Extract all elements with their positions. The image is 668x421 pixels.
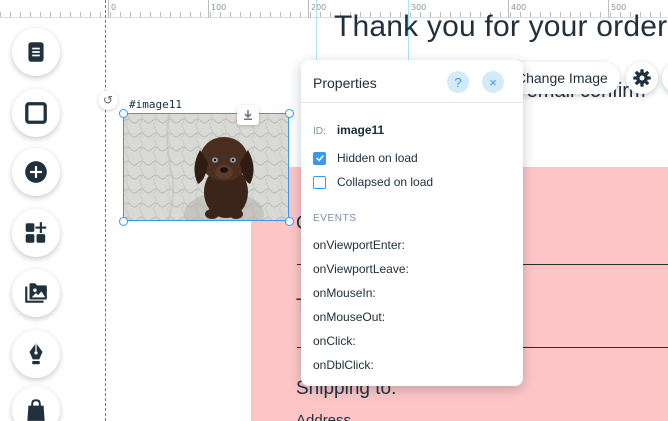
ruler-label: 0 (111, 3, 117, 12)
hidden-on-load-option[interactable]: Hidden on load (313, 151, 418, 165)
event-item[interactable]: onMouseIn: (313, 286, 376, 300)
collapsed-on-load-checkbox[interactable] (313, 175, 326, 189)
page-title: Thank you for your order (334, 10, 668, 43)
ruler-major-tick (308, 0, 309, 18)
box-icon (25, 102, 47, 124)
ruler-label: 200 (311, 3, 327, 12)
add-button[interactable] (12, 148, 60, 196)
store-icon (27, 399, 45, 421)
panel-header: Properties ? × (301, 60, 523, 103)
add-apps-icon (25, 222, 47, 243)
puppy-photo (124, 114, 288, 220)
resize-handle-bottom-right[interactable] (285, 217, 294, 226)
box-button[interactable] (12, 89, 60, 137)
hidden-on-load-label: Hidden on load (337, 151, 418, 165)
image-element[interactable] (123, 113, 289, 221)
download-button[interactable] (237, 105, 259, 125)
pen-icon (29, 343, 43, 365)
ruler-major-tick (108, 0, 109, 18)
add-icon (25, 161, 47, 183)
id-label: ID: (313, 126, 326, 137)
close-icon: × (489, 74, 497, 90)
collapsed-on-load-option[interactable]: Collapsed on load (313, 175, 433, 189)
check-icon (315, 155, 324, 162)
event-item[interactable]: onClick: (313, 334, 356, 348)
event-item[interactable]: onDblClick: (313, 358, 374, 372)
panel-title: Properties (313, 75, 377, 91)
pages-icon (28, 42, 44, 62)
hidden-on-load-checkbox[interactable] (313, 151, 326, 165)
media-icon (25, 283, 47, 303)
event-item[interactable]: onViewportLeave: (313, 262, 409, 276)
resize-handle-top-right[interactable] (285, 109, 294, 118)
address-label: Address (296, 412, 352, 421)
download-icon (244, 110, 252, 120)
media-button[interactable] (12, 269, 60, 317)
event-item[interactable]: onMouseOut: (313, 310, 385, 324)
event-item[interactable]: onViewportEnter: (313, 238, 405, 252)
page-edge-guide (105, 0, 106, 421)
ruler-major-tick (208, 0, 209, 18)
rotate-handle[interactable]: ↺ (98, 90, 118, 110)
settings-button[interactable] (626, 62, 658, 94)
pen-button[interactable] (12, 330, 60, 378)
close-button[interactable]: × (482, 71, 504, 93)
rotate-icon: ↺ (102, 93, 114, 107)
element-id-label: #image11 (127, 98, 184, 111)
properties-panel: Properties ? × ID: image11 Hidden on loa… (301, 60, 523, 386)
collapsed-on-load-label: Collapsed on load (337, 175, 434, 189)
help-icon: ? (454, 74, 462, 90)
gear-icon (633, 69, 651, 87)
id-row: ID: image11 (313, 123, 384, 137)
resize-handle-top-left[interactable] (119, 109, 128, 118)
add-apps-button[interactable] (12, 209, 60, 257)
pages-button[interactable] (12, 28, 60, 76)
store-button[interactable] (12, 386, 60, 421)
resize-handle-bottom-left[interactable] (119, 217, 128, 226)
ruler-label: 100 (211, 3, 227, 12)
events-heading: EVENTS (313, 213, 357, 224)
more-actions-button[interactable] (662, 62, 668, 94)
id-value[interactable]: image11 (337, 123, 384, 137)
help-button[interactable]: ? (447, 71, 469, 93)
